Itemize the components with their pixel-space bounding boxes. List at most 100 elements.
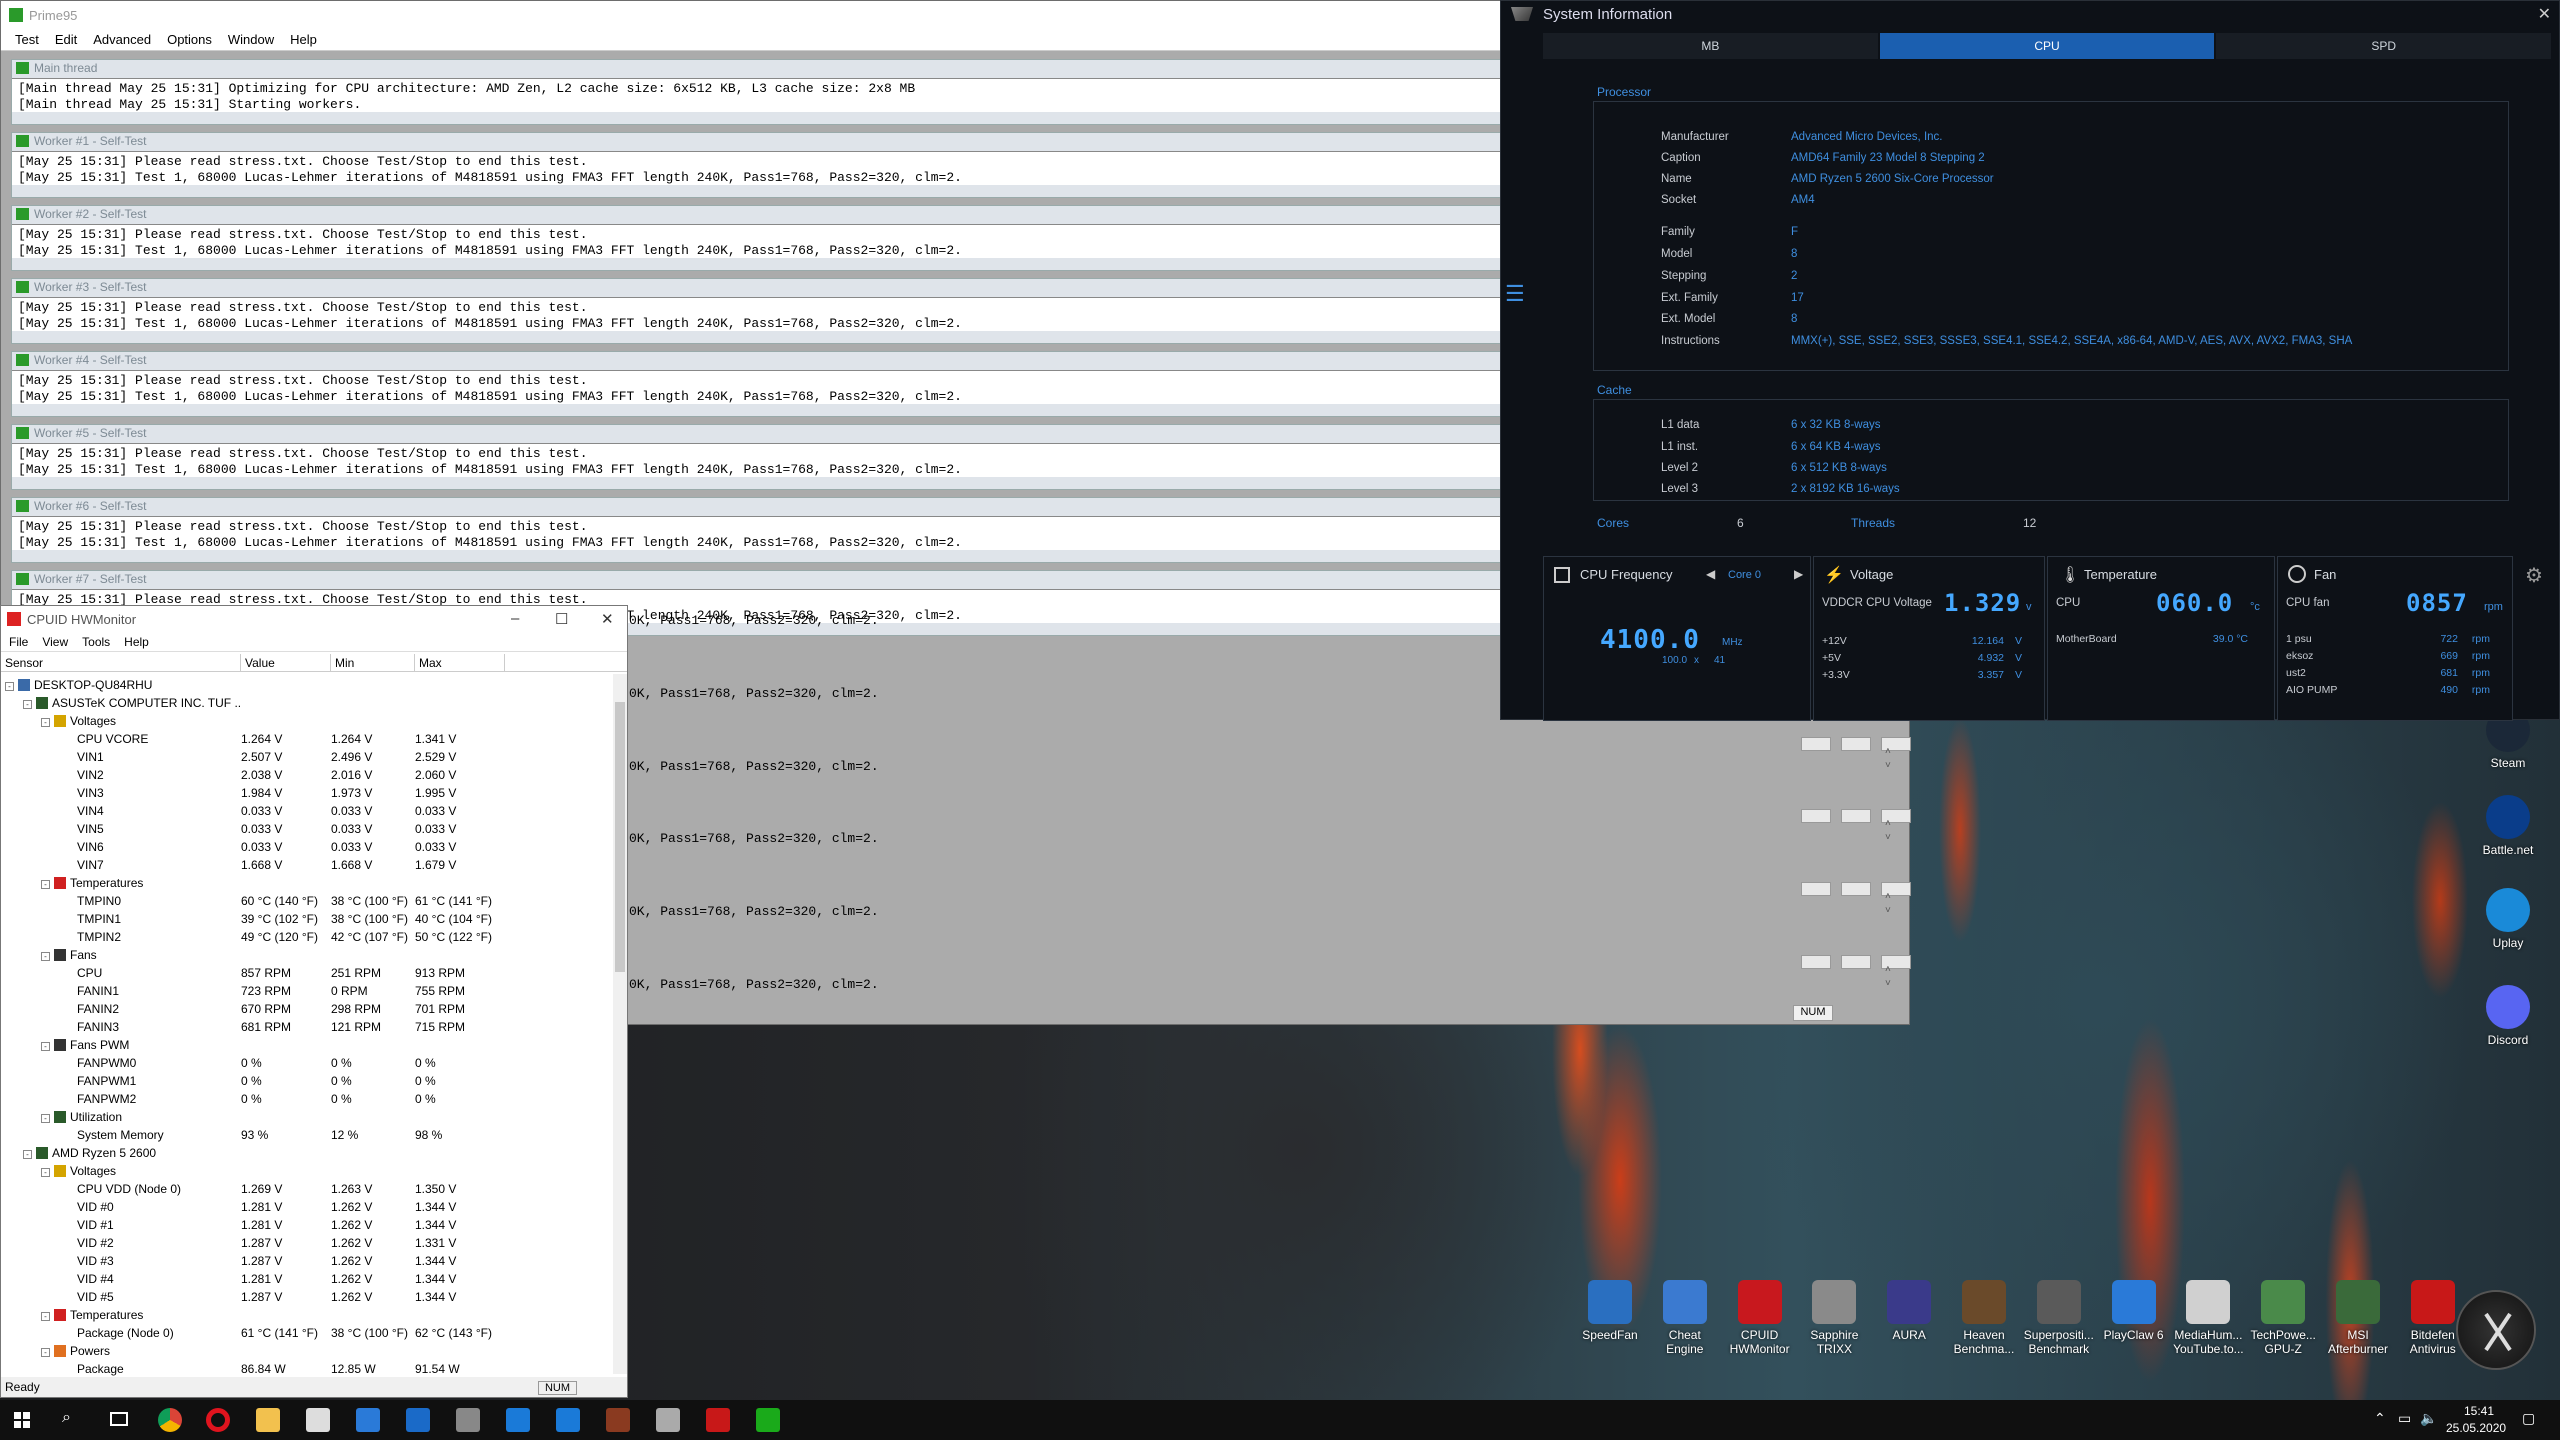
settings-gear-icon[interactable]: ⚙ bbox=[2525, 563, 2543, 588]
clock-date[interactable]: 25.05.2020 bbox=[2446, 1421, 2506, 1435]
sensor-row[interactable]: System Memory 93 % 12 % 98 % bbox=[1, 1126, 611, 1144]
volume-icon[interactable]: 🔈 bbox=[2420, 1410, 2437, 1427]
desktop-shortcut[interactable]: Superpositi... Benchmark bbox=[2023, 1280, 2095, 1356]
sensor-row[interactable]: FANIN3 681 RPM 121 RPM 715 RPM bbox=[1, 1018, 611, 1036]
hwmonitor-taskbar-icon[interactable] bbox=[706, 1408, 730, 1432]
sensor-row[interactable]: VIN3 1.984 V 1.973 V 1.995 V bbox=[1, 784, 611, 802]
sensor-row[interactable]: VIN6 0.033 V 0.033 V 0.033 V bbox=[1, 838, 611, 856]
menu-edit[interactable]: Edit bbox=[55, 32, 77, 47]
vertical-scrollbar[interactable] bbox=[613, 674, 627, 1374]
collapse-toggle-icon[interactable]: - bbox=[5, 682, 14, 691]
desktop-shortcut[interactable]: Discord bbox=[2470, 985, 2546, 1047]
menu-options[interactable]: Options bbox=[167, 32, 212, 47]
sensor-row[interactable]: CPU VDD (Node 0) 1.269 V 1.263 V 1.350 V bbox=[1, 1180, 611, 1198]
sensor-row[interactable]: VIN4 0.033 V 0.033 V 0.033 V bbox=[1, 802, 611, 820]
taskbar-app-icon[interactable] bbox=[756, 1408, 780, 1432]
taskbar-app-icon[interactable] bbox=[556, 1408, 580, 1432]
tab-cpu[interactable]: CPU bbox=[1879, 33, 2215, 59]
desktop-shortcut[interactable]: PlayClaw 6 bbox=[2098, 1280, 2170, 1342]
desktop-shortcut[interactable]: Heaven Benchma... bbox=[1948, 1280, 2020, 1356]
hwmonitor-titlebar[interactable]: CPUID HWMonitor bbox=[1, 606, 627, 632]
worker-scrollbar[interactable]: ˄˅ bbox=[1885, 890, 1891, 918]
restore-icon[interactable] bbox=[1841, 955, 1871, 969]
store-icon[interactable] bbox=[356, 1408, 380, 1432]
restore-icon[interactable] bbox=[1841, 882, 1871, 896]
sensor-row[interactable]: - Temperatures bbox=[1, 874, 611, 892]
opera-icon[interactable] bbox=[206, 1408, 230, 1432]
menu-help[interactable]: Help bbox=[290, 32, 317, 47]
taskbar-app-icon[interactable] bbox=[506, 1408, 530, 1432]
sensor-row[interactable]: VIN1 2.507 V 2.496 V 2.529 V bbox=[1, 748, 611, 766]
sensor-row[interactable]: VID #2 1.287 V 1.262 V 1.331 V bbox=[1, 1234, 611, 1252]
desktop-shortcut[interactable]: MediaHum... YouTube.to... bbox=[2172, 1280, 2244, 1356]
sensor-row[interactable]: - DESKTOP-QU84RHU bbox=[1, 676, 611, 694]
sensor-row[interactable]: Package 86.84 W 12.85 W 91.54 W bbox=[1, 1360, 611, 1376]
notification-icon[interactable]: ▢ bbox=[2522, 1410, 2535, 1427]
sensor-row[interactable]: - Powers bbox=[1, 1342, 611, 1360]
col-min[interactable]: Min bbox=[331, 654, 415, 671]
xtu-icon[interactable] bbox=[2456, 1290, 2536, 1370]
network-icon[interactable]: ▭ bbox=[2398, 1410, 2411, 1427]
sensor-row[interactable]: VID #0 1.281 V 1.262 V 1.344 V bbox=[1, 1198, 611, 1216]
minimize-icon[interactable] bbox=[1801, 809, 1831, 823]
worker-scrollbar[interactable]: ˄˅ bbox=[1885, 963, 1891, 991]
sensor-row[interactable]: FANIN2 670 RPM 298 RPM 701 RPM bbox=[1, 1000, 611, 1018]
sensor-row[interactable]: - Fans bbox=[1, 946, 611, 964]
menu-tools[interactable]: Tools bbox=[82, 635, 110, 649]
desktop-shortcut[interactable]: MSI Afterburner bbox=[2322, 1280, 2394, 1356]
desktop-shortcut[interactable]: Uplay bbox=[2470, 888, 2546, 950]
taskbar-app-icon[interactable] bbox=[656, 1408, 680, 1432]
sensor-row[interactable]: TMPIN1 39 °C (102 °F) 38 °C (100 °F) 40 … bbox=[1, 910, 611, 928]
desktop-shortcut[interactable]: SpeedFan bbox=[1574, 1280, 1646, 1342]
restore-icon[interactable] bbox=[1841, 809, 1871, 823]
search-icon[interactable]: ⌕ bbox=[62, 1409, 71, 1427]
sensor-row[interactable]: VIN5 0.033 V 0.033 V 0.033 V bbox=[1, 820, 611, 838]
sensor-row[interactable]: CPU VCORE 1.264 V 1.264 V 1.341 V bbox=[1, 730, 611, 748]
file-explorer-icon[interactable] bbox=[256, 1408, 280, 1432]
minimize-icon[interactable] bbox=[1801, 882, 1831, 896]
sensor-row[interactable]: - ASUSTeK COMPUTER INC. TUF ... bbox=[1, 694, 611, 712]
tab-spd[interactable]: SPD bbox=[2216, 33, 2552, 59]
restore-icon[interactable] bbox=[1841, 737, 1871, 751]
sensor-row[interactable]: - AMD Ryzen 5 2600 bbox=[1, 1144, 611, 1162]
sysinfo-titlebar[interactable]: System Information ✕ bbox=[1501, 1, 2559, 27]
system-information-window[interactable]: System Information ✕ ☰ MB CPU SPD Proces… bbox=[1500, 0, 2560, 721]
hwmonitor-window[interactable]: CPUID HWMonitor – ☐ ✕ File View Tools He… bbox=[0, 605, 628, 1398]
sensor-row[interactable]: CPU 857 RPM 251 RPM 913 RPM bbox=[1, 964, 611, 982]
desktop-shortcut[interactable]: AURA bbox=[1873, 1280, 1945, 1342]
collapse-toggle-icon[interactable]: - bbox=[23, 1150, 32, 1159]
desktop-shortcut[interactable]: CPUID HWMonitor bbox=[1724, 1280, 1796, 1356]
sensor-row[interactable]: TMPIN2 49 °C (120 °F) 42 °C (107 °F) 50 … bbox=[1, 928, 611, 946]
menu-advanced[interactable]: Advanced bbox=[93, 32, 151, 47]
sensor-row[interactable]: VID #3 1.287 V 1.262 V 1.344 V bbox=[1, 1252, 611, 1270]
desktop-shortcut[interactable]: Sapphire TRIXX bbox=[1798, 1280, 1870, 1356]
collapse-toggle-icon[interactable]: - bbox=[41, 1312, 50, 1321]
sensor-row[interactable]: VIN7 1.668 V 1.668 V 1.679 V bbox=[1, 856, 611, 874]
collapse-toggle-icon[interactable]: - bbox=[41, 952, 50, 961]
minimize-icon[interactable]: – bbox=[511, 610, 519, 627]
desktop-shortcut[interactable]: TechPowe... GPU-Z bbox=[2247, 1280, 2319, 1356]
task-view-icon[interactable] bbox=[110, 1412, 128, 1426]
desktop-shortcut[interactable]: Battle.net bbox=[2470, 795, 2546, 857]
sensor-row[interactable]: VIN2 2.038 V 2.016 V 2.060 V bbox=[1, 766, 611, 784]
clock-time[interactable]: 15:41 bbox=[2464, 1404, 2494, 1418]
menu-file[interactable]: File bbox=[9, 635, 28, 649]
menu-window[interactable]: Window bbox=[228, 32, 274, 47]
core-next-icon[interactable]: ▶ bbox=[1794, 567, 1803, 581]
collapse-toggle-icon[interactable]: - bbox=[41, 718, 50, 727]
collapse-toggle-icon[interactable]: - bbox=[41, 1348, 50, 1357]
scrollbar-thumb[interactable] bbox=[615, 702, 625, 972]
sensor-row[interactable]: - Fans PWM bbox=[1, 1036, 611, 1054]
menu-help[interactable]: Help bbox=[124, 635, 149, 649]
sensor-row[interactable]: Package (Node 0) 61 °C (141 °F) 38 °C (1… bbox=[1, 1324, 611, 1342]
close-icon[interactable]: ✕ bbox=[601, 610, 614, 628]
sensor-row[interactable]: - Voltages bbox=[1, 712, 611, 730]
sensor-row[interactable]: - Voltages bbox=[1, 1162, 611, 1180]
mail-icon[interactable] bbox=[406, 1408, 430, 1432]
menu-test[interactable]: Test bbox=[15, 32, 39, 47]
sensor-row[interactable]: VID #5 1.287 V 1.262 V 1.344 V bbox=[1, 1288, 611, 1306]
calendar-app-icon[interactable] bbox=[306, 1408, 330, 1432]
maximize-icon[interactable]: ☐ bbox=[555, 610, 568, 628]
start-windows-icon[interactable] bbox=[14, 1412, 30, 1428]
sensor-row[interactable]: VID #1 1.281 V 1.262 V 1.344 V bbox=[1, 1216, 611, 1234]
